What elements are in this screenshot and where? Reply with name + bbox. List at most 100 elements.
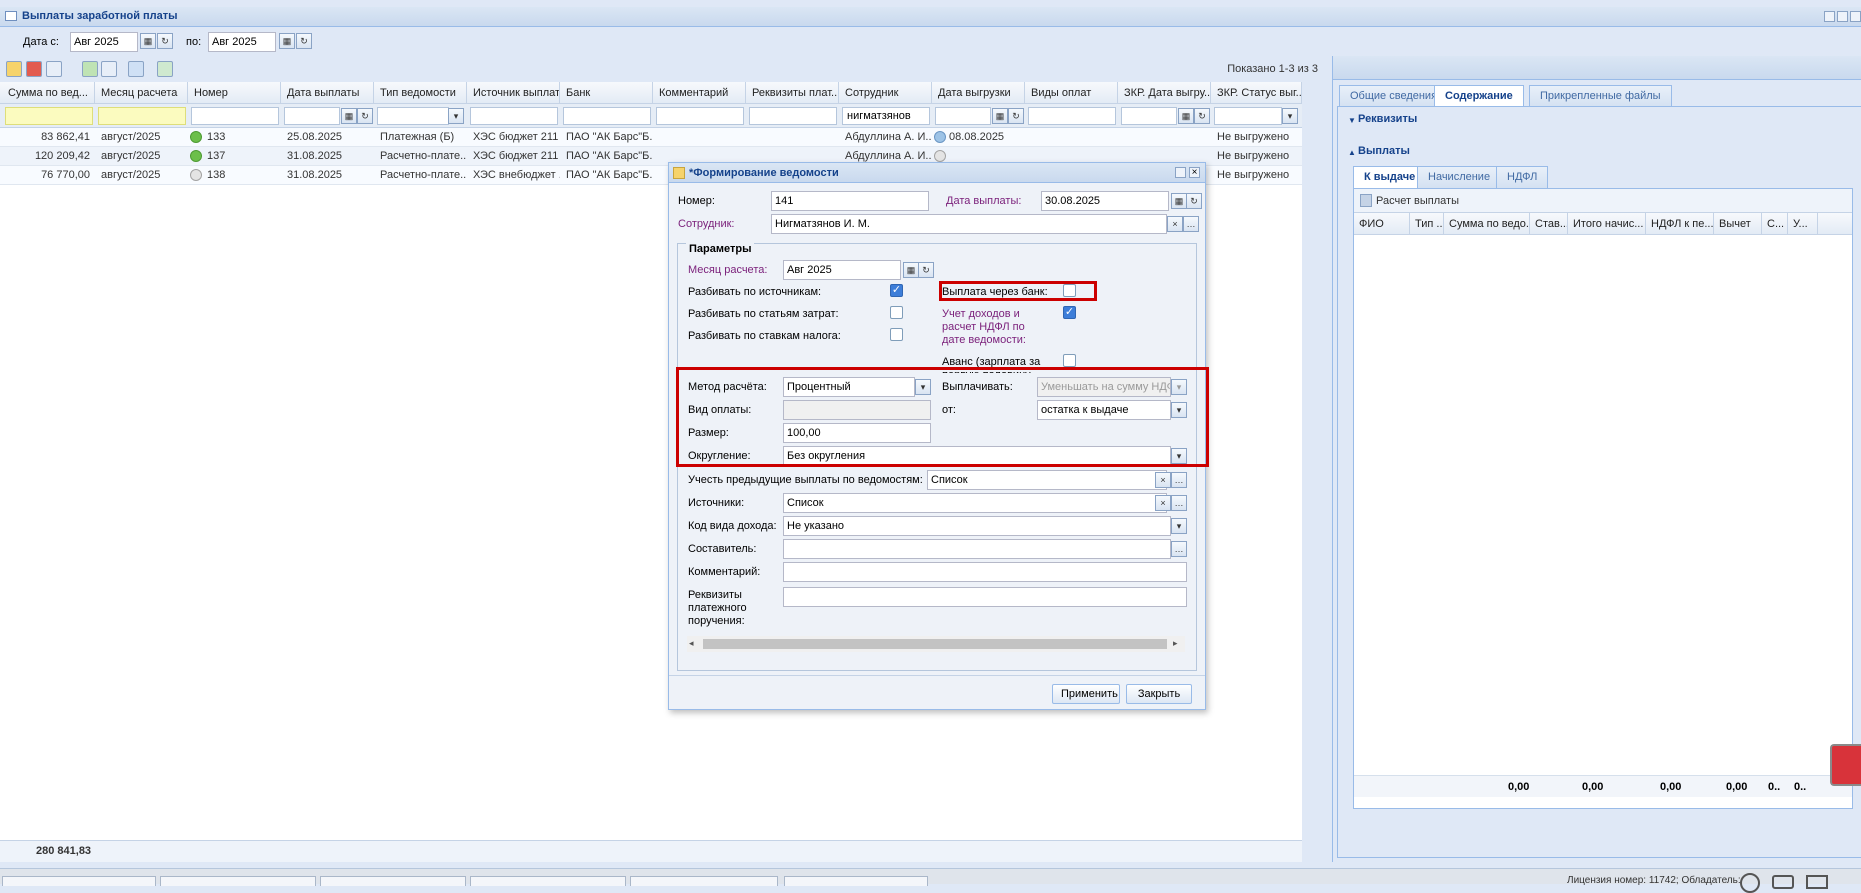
taskbar-window-tab[interactable] [630, 876, 778, 886]
refresh-date-icon[interactable]: ↻ [157, 33, 173, 49]
refresh-date-icon[interactable]: ↻ [918, 262, 934, 278]
date-to-field[interactable]: Авг 2025 [208, 32, 276, 52]
split-costs-checkbox[interactable] [890, 306, 903, 319]
ellipsis-icon[interactable]: … [1171, 472, 1187, 488]
print-icon[interactable] [46, 61, 62, 77]
taskbar-window-tab[interactable] [160, 876, 316, 886]
pay-date-field[interactable]: 30.08.2025 [1041, 191, 1169, 211]
col-requisites[interactable]: Реквизиты плат... [747, 82, 839, 104]
calc-payment-button[interactable]: Расчет выплаты [1376, 195, 1459, 207]
scroll-thumb[interactable] [703, 639, 1167, 649]
tab-general[interactable]: Общие сведения [1339, 85, 1449, 107]
panel-collapse-bar[interactable] [1333, 56, 1861, 80]
date-from-field[interactable]: Авг 2025 [70, 32, 138, 52]
filter-sum[interactable] [5, 107, 93, 125]
col-pay-types[interactable]: Виды оплат [1026, 82, 1118, 104]
filter-employee[interactable]: нигматзянов [842, 107, 930, 125]
col-ndfl[interactable]: НДФЛ к пе... [1646, 213, 1714, 235]
calendar-icon[interactable]: ▦ [279, 33, 295, 49]
filter-month[interactable] [98, 107, 186, 125]
col-s[interactable]: С... [1762, 213, 1788, 235]
refresh-date-icon[interactable]: ↻ [1186, 193, 1202, 209]
col-type[interactable]: Тип ведомости [375, 82, 467, 104]
close-icon[interactable]: × [1189, 167, 1200, 178]
clear-icon[interactable]: × [1155, 495, 1171, 511]
calendar-icon[interactable]: ▦ [1178, 108, 1194, 124]
col-u[interactable]: У... [1788, 213, 1818, 235]
ellipsis-icon[interactable]: … [1171, 495, 1187, 511]
filter-comment[interactable] [656, 107, 744, 125]
refresh-date-icon[interactable]: ↻ [296, 33, 312, 49]
close-button[interactable]: Закрыть [1126, 684, 1192, 704]
unapprove-icon[interactable] [101, 61, 117, 77]
col-comment[interactable]: Комментарий [654, 82, 746, 104]
col-bank[interactable]: Банк [561, 82, 653, 104]
filter-upload-date[interactable] [935, 107, 991, 125]
col-employee[interactable]: Сотрудник [840, 82, 932, 104]
scroll-right-icon[interactable]: ▸ [1173, 638, 1178, 649]
taskbar-window-tab[interactable] [320, 876, 466, 886]
chevron-down-icon[interactable]: ▾ [1282, 108, 1298, 124]
income-account-checkbox[interactable]: ✓ [1063, 306, 1076, 319]
delete-icon[interactable] [26, 61, 42, 77]
tab-content[interactable]: Содержание [1434, 85, 1524, 107]
col-sum[interactable]: Сумма по вед... [3, 82, 95, 104]
employee-field[interactable]: Нигматзянов И. М. [771, 214, 1167, 234]
calendar-icon[interactable]: ▦ [341, 108, 357, 124]
col-sum[interactable]: Сумма по ведо... [1444, 213, 1530, 235]
filter-pay-date[interactable] [284, 107, 340, 125]
chevron-down-icon[interactable]: ▾ [1171, 518, 1187, 534]
scroll-left-icon[interactable]: ◂ [689, 638, 694, 649]
composer-field[interactable] [783, 539, 1171, 559]
calc-month-field[interactable]: Авг 2025 [783, 260, 901, 280]
filter-source[interactable] [470, 107, 558, 125]
taskbar-window-tab[interactable] [784, 876, 928, 886]
ellipsis-icon[interactable]: … [1183, 216, 1199, 232]
col-number[interactable]: Номер [189, 82, 281, 104]
minimize-icon[interactable] [1824, 11, 1835, 22]
subtab-accrual[interactable]: Начисление [1417, 166, 1502, 188]
income-code-select[interactable]: Не указано [783, 516, 1171, 536]
filter-type[interactable] [377, 107, 449, 125]
calendar-icon[interactable]: ▦ [140, 33, 156, 49]
calendar-icon[interactable]: ▦ [1171, 193, 1187, 209]
split-sources-checkbox[interactable]: ✓ [890, 284, 903, 297]
approve-icon[interactable] [82, 61, 98, 77]
col-month[interactable]: Месяц расчета [96, 82, 188, 104]
help-icon[interactable] [1740, 873, 1760, 893]
collapse-icon[interactable]: ▼ [1348, 116, 1356, 125]
col-upload-date[interactable]: Дата выгрузки [933, 82, 1025, 104]
filter-zkr-status[interactable] [1214, 107, 1282, 125]
calendar-icon[interactable]: ▦ [992, 108, 1008, 124]
col-rate[interactable]: Став... [1530, 213, 1568, 235]
calendar-icon[interactable]: ▦ [903, 262, 919, 278]
close-icon[interactable] [1850, 11, 1861, 22]
number-field[interactable]: 141 [771, 191, 929, 211]
clear-filter-icon[interactable]: ↻ [1194, 108, 1210, 124]
maximize-icon[interactable] [1175, 167, 1186, 178]
edit-icon[interactable] [6, 61, 22, 77]
filter-pay-types[interactable] [1028, 107, 1116, 125]
col-fio[interactable]: ФИО [1354, 213, 1410, 235]
clear-icon[interactable]: × [1167, 216, 1183, 232]
refresh-icon[interactable] [157, 61, 173, 77]
filter-number[interactable] [191, 107, 279, 125]
sources-field[interactable]: Список [783, 493, 1167, 513]
taskbar-window-tab[interactable] [2, 876, 156, 886]
horizontal-scrollbar[interactable]: ◂ ▸ [687, 636, 1185, 652]
filter-bank[interactable] [563, 107, 651, 125]
expand-icon[interactable]: ▲ [1348, 148, 1356, 157]
helper-widget-icon[interactable] [1830, 744, 1861, 786]
clear-filter-icon[interactable]: ↻ [1008, 108, 1024, 124]
subtab-ndfl[interactable]: НДФЛ [1496, 166, 1549, 188]
apply-button[interactable]: Применить [1052, 684, 1120, 704]
filter-requisites[interactable] [749, 107, 837, 125]
filter-zkr-date[interactable] [1121, 107, 1177, 125]
subtab-to-pay[interactable]: К выдаче [1353, 166, 1427, 188]
col-zkr-status[interactable]: ЗКР. Статус выг... [1212, 82, 1302, 104]
chevron-down-icon[interactable]: ▾ [448, 108, 464, 124]
ellipsis-icon[interactable]: … [1171, 541, 1187, 557]
mail-icon[interactable] [1806, 875, 1828, 889]
tab-attached-files[interactable]: Прикрепленные файлы [1529, 85, 1672, 107]
requisites-field[interactable] [783, 587, 1187, 607]
